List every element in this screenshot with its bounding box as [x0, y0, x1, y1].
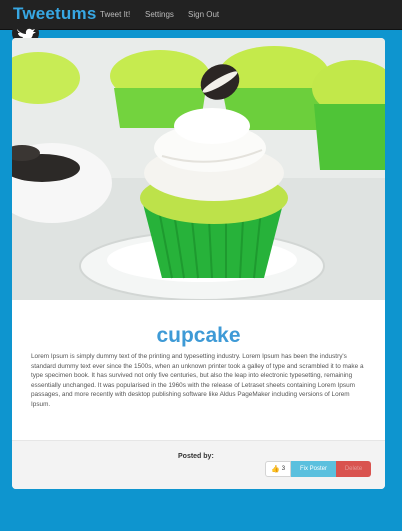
like-count: 3 [281, 466, 286, 472]
post-description: Lorem Ipsum is simply dummy text of the … [31, 353, 364, 408]
navbar: Tweetums Tweet It! Settings Sign Out [0, 0, 402, 30]
thumbs-up-icon: 👍 [270, 466, 280, 473]
delete-button[interactable]: Delete [336, 461, 371, 477]
post-card: cupcake Lorem Ipsum is simply dummy text… [12, 38, 385, 489]
nav-tweet-it-link[interactable]: Tweet It! [100, 10, 130, 19]
post-title: cupcake [156, 324, 241, 347]
posted-by-label: Posted by: [178, 453, 214, 460]
cupcake-photo [12, 38, 385, 300]
fix-poster-button[interactable]: Fix Poster [291, 461, 336, 477]
nav-sign-out-link[interactable]: Sign Out [188, 10, 219, 19]
nav-settings-link[interactable]: Settings [145, 10, 174, 19]
like-button[interactable]: 👍 3 [265, 461, 291, 477]
post-footer: Posted by: 👍 3 Fix Poster Delete [12, 440, 385, 489]
